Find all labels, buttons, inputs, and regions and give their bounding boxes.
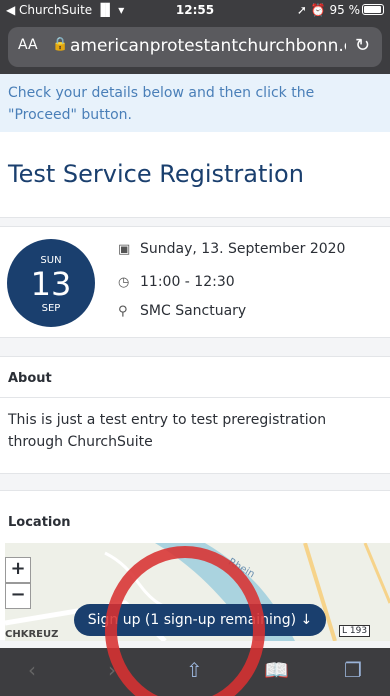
- lock-icon: 🔒: [52, 37, 69, 52]
- address-bar[interactable]: AA 🔒 americanprotestantchurchbonn.church…: [8, 27, 382, 67]
- calendar-icon: ▣: [118, 242, 131, 257]
- zoom-in-button[interactable]: +: [5, 557, 31, 583]
- about-heading: About: [8, 371, 52, 386]
- date-badge-day: 13: [30, 265, 72, 303]
- reader-aa-button[interactable]: AA: [18, 37, 38, 53]
- reload-icon[interactable]: ↻: [355, 35, 370, 56]
- event-date-row: ▣ Sunday, 13. September 2020: [118, 241, 345, 257]
- battery-percent: 95 %: [329, 3, 361, 17]
- divider: [0, 397, 390, 398]
- clock-icon: ◷: [118, 275, 130, 290]
- event-time-row: ◷ 11:00 - 12:30: [118, 274, 235, 290]
- date-badge-month: SEP: [41, 303, 61, 314]
- about-text: This is just a test entry to test prereg…: [8, 412, 327, 450]
- zoom-out-button[interactable]: −: [5, 583, 31, 609]
- map-label: CHKREUZ: [5, 629, 59, 640]
- location-heading: Location: [8, 515, 71, 530]
- event-location-row: ⚲ SMC Sanctuary: [118, 303, 246, 319]
- info-banner: Check your details below and then click …: [0, 74, 390, 132]
- title-section: Test Service Registration: [0, 132, 390, 218]
- event-time: 11:00 - 12:30: [140, 274, 235, 290]
- date-badge: SUN 13 SEP: [7, 239, 95, 327]
- browser-toolbar: AA 🔒 americanprotestantchurchbonn.church…: [0, 20, 390, 74]
- about-section: About This is just a test entry to test …: [0, 356, 390, 474]
- back-icon[interactable]: ‹: [28, 658, 36, 682]
- event-date: Sunday, 13. September 2020: [140, 241, 346, 257]
- event-details: SUN 13 SEP ▣ Sunday, 13. September 2020 ◷…: [0, 226, 390, 338]
- event-location: SMC Sanctuary: [140, 303, 247, 319]
- bookmarks-icon[interactable]: 📖: [264, 658, 289, 682]
- page-title: Test Service Registration: [8, 160, 304, 188]
- location-alarm-icon: ➚ ⏰: [296, 3, 326, 17]
- status-right: ➚ ⏰ 95 %: [297, 3, 384, 17]
- map-pin-icon: ⚲: [118, 304, 128, 319]
- status-bar: ◀ ChurchSuite ▐▌ ▾ 12:55 ➚ ⏰ 95 %: [0, 0, 390, 20]
- map-road-tag: L 193: [339, 625, 371, 637]
- battery-icon: [362, 4, 384, 15]
- tabs-icon[interactable]: ❐: [344, 658, 362, 682]
- url-text[interactable]: americanprotestantchurchbonn.church: [70, 36, 346, 56]
